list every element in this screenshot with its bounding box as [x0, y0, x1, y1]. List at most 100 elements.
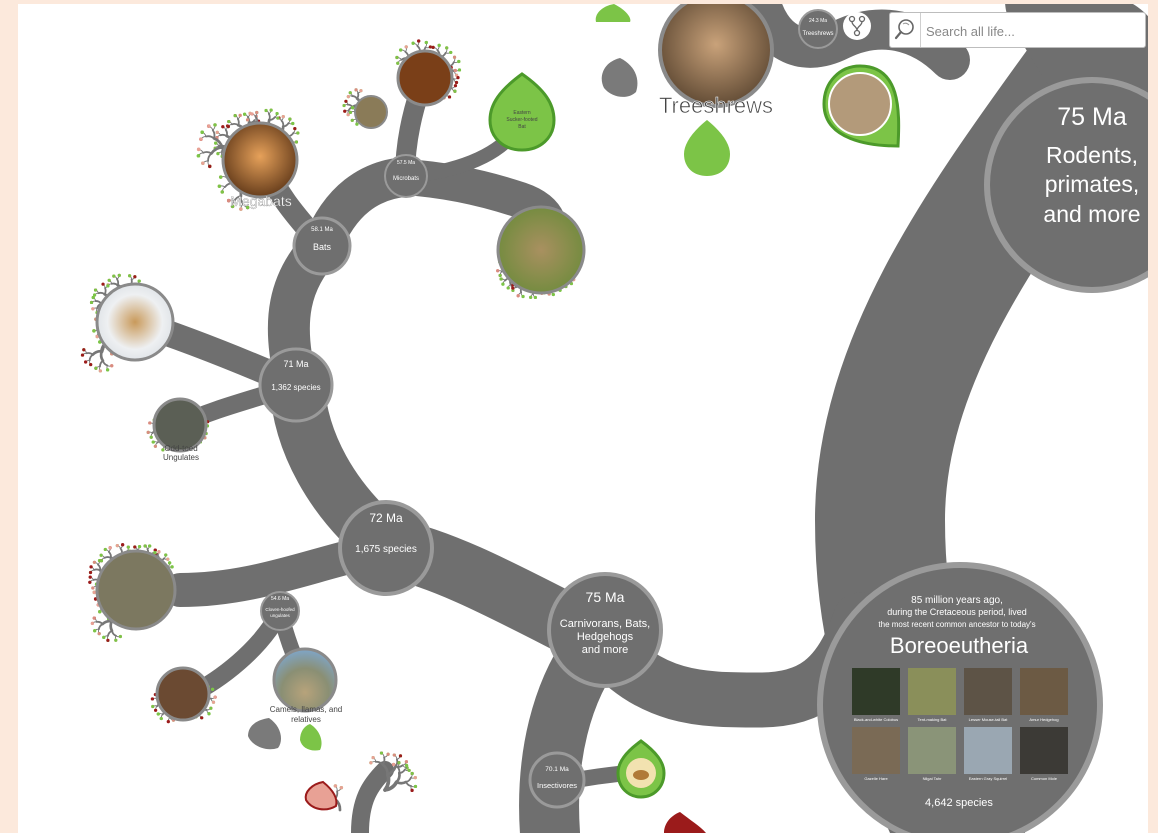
- twig-leaf: [115, 543, 119, 548]
- tree-canvas[interactable]: 75 Ma Rodents, primates, and more 75 Ma …: [18, 4, 1148, 833]
- node-treeshrews-small[interactable]: 24.3 Ma Treeshrews: [798, 9, 838, 49]
- twig-leaf: [396, 61, 400, 65]
- green-leaf-treeshrew: [684, 120, 730, 176]
- twig-leaf: [238, 113, 242, 117]
- twig-leaf: [156, 712, 160, 716]
- eastern-bat-label-3: Bat: [518, 124, 526, 130]
- carnivorans-name-1: Carnivorans, Bats,: [560, 618, 650, 630]
- node-72-species: 1,675 species: [355, 544, 417, 555]
- pine-marten-photo-node[interactable]: [95, 282, 175, 362]
- search-box[interactable]: [889, 12, 1146, 48]
- green-leaf-2: [300, 724, 322, 751]
- node-bats[interactable]: 58.1 Ma Bats: [292, 216, 352, 276]
- twig-leaf: [90, 621, 94, 625]
- thumbnail-image[interactable]: [1020, 668, 1068, 715]
- twig-leaf: [293, 127, 297, 131]
- twig-branch: [267, 112, 271, 121]
- treeshrews-small-name: Treeshrews: [802, 31, 833, 37]
- node-72ma[interactable]: 72 Ma 1,675 species: [338, 500, 434, 596]
- twig-leaf: [379, 751, 384, 755]
- twig-leaf: [501, 282, 505, 286]
- megabat-photo-node[interactable]: [221, 121, 299, 199]
- node-carnivorans-bats[interactable]: 75 Ma Carnivorans, Bats, Hedgehogs and m…: [547, 572, 663, 688]
- camels-photo-node[interactable]: [272, 647, 338, 713]
- tree-of-life-svg[interactable]: 75 Ma Rodents, primates, and more 75 Ma …: [18, 4, 1148, 833]
- twig-leaf: [106, 368, 110, 372]
- boreo-intro-3: the most recent common ancestor to today…: [878, 620, 1035, 629]
- wild-boar-photo-node[interactable]: [95, 549, 177, 631]
- twig-leaf: [148, 421, 152, 425]
- twig-leaf: [149, 435, 153, 439]
- twig-leaf: [506, 286, 510, 290]
- twig-leaf: [216, 152, 220, 156]
- twig-branch: [356, 92, 360, 100]
- search-icon[interactable]: [890, 13, 921, 47]
- squirrel-leaf-node[interactable]: [822, 64, 901, 148]
- twig-branch: [395, 771, 401, 784]
- twig-leaf: [452, 55, 457, 59]
- node-boreoeutheria[interactable]: 85 million years ago, during the Cretace…: [817, 562, 1103, 833]
- node-71-species: 1,362 species: [271, 383, 320, 392]
- twig-leaf: [88, 580, 92, 584]
- twig-leaf: [386, 752, 390, 756]
- node-insectivores[interactable]: 70.1 Ma Insectivores: [528, 751, 586, 809]
- twig-leaf: [110, 364, 114, 368]
- twig-leaf: [170, 565, 174, 569]
- twig-leaf: [217, 184, 222, 188]
- twig-leaf: [99, 553, 103, 557]
- thumbnail-image[interactable]: [852, 727, 900, 774]
- twig-leaf: [92, 293, 97, 297]
- flying-fox-photo-node[interactable]: [396, 49, 454, 107]
- node-cloven-hoofed[interactable]: 54.6 Ma Cloven-hoofed ungulates: [260, 591, 300, 631]
- twig-leaf: [351, 106, 355, 110]
- twig-leaf: [410, 771, 414, 776]
- twig-leaf: [200, 130, 204, 134]
- twig-branch: [97, 291, 106, 296]
- twig-leaf: [354, 88, 358, 92]
- thumbnail-image[interactable]: [1020, 727, 1068, 774]
- twig-leaf: [133, 545, 137, 549]
- bats-name: Bats: [313, 242, 332, 252]
- twig-leaf: [128, 274, 132, 278]
- insectivore-leaf[interactable]: [616, 739, 666, 799]
- thumbnail-image[interactable]: [908, 727, 956, 774]
- twig-leaf: [226, 124, 230, 129]
- small-bat-photo-node[interactable]: [354, 95, 388, 129]
- twig-leaf: [496, 269, 500, 273]
- peccary-photo-node[interactable]: [155, 666, 211, 722]
- twig-leaf: [413, 784, 418, 789]
- twig-leaf: [404, 45, 408, 49]
- node-microbats[interactable]: 57.5 Ma Microbats: [384, 154, 428, 198]
- pink-leaf-bottom: [304, 780, 338, 811]
- treeshrew-photo-node[interactable]: [658, 4, 774, 108]
- boreo-intro-1: 85 million years ago,: [911, 595, 1003, 606]
- thumbnail-image[interactable]: [964, 727, 1012, 774]
- twig-leaf: [99, 559, 104, 563]
- twig-leaf: [108, 546, 112, 550]
- fork-icon: [848, 15, 866, 37]
- twig-leaf: [294, 140, 299, 144]
- twig-branch: [202, 151, 213, 155]
- twig-leaf: [214, 141, 218, 145]
- twig-leaf: [269, 108, 273, 112]
- thumbnail-image[interactable]: [964, 668, 1012, 715]
- twig-branch: [103, 556, 112, 559]
- thumbnail-image[interactable]: [852, 668, 900, 715]
- twig-branch: [101, 359, 109, 367]
- twig-leaf: [342, 103, 346, 108]
- twig-branch: [236, 118, 240, 127]
- twig-leaf: [339, 785, 344, 790]
- twig-leaf: [106, 284, 110, 288]
- twig-branch: [395, 780, 408, 785]
- tree-fork-button[interactable]: [843, 12, 871, 40]
- node-71ma[interactable]: 71 Ma 1,362 species: [258, 347, 334, 423]
- twig-branch: [95, 620, 104, 625]
- twig-leaf: [210, 687, 215, 691]
- twig-leaf: [166, 720, 170, 724]
- search-input[interactable]: [924, 19, 1138, 43]
- odd-toed-label-2: Ungulates: [163, 453, 199, 462]
- twig-leaf: [410, 788, 414, 792]
- twig-leaf: [91, 586, 95, 590]
- tent-bat-photo-node[interactable]: [496, 205, 586, 295]
- thumbnail-image[interactable]: [908, 668, 956, 715]
